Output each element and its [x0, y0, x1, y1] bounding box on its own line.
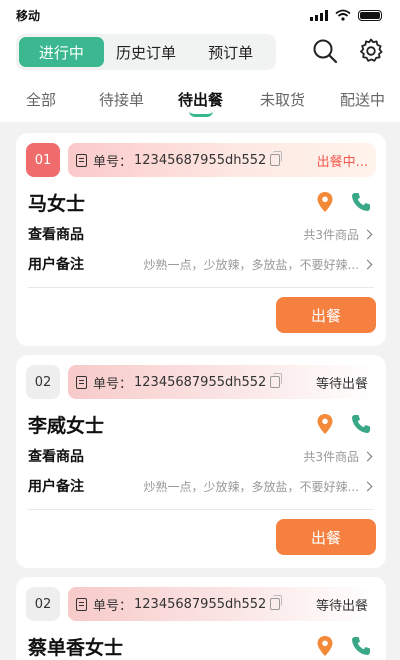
- order-card: 02 单号： 12345687955dh552 等待出餐 蔡单香女士: [16, 577, 386, 660]
- order-card: 02 单号： 12345687955dh552 等待出餐 李威女士 查看商品 共…: [16, 355, 386, 568]
- order-index: 02: [26, 587, 60, 621]
- view-goods-row[interactable]: 查看商品 共3件商品: [28, 223, 374, 245]
- divider: [28, 287, 374, 288]
- document-icon: [76, 597, 87, 611]
- order-index: 02: [26, 365, 60, 399]
- customer-name: 李威女士: [28, 415, 105, 437]
- chevron-right-icon: [362, 481, 373, 491]
- order-status: 出餐中...: [316, 154, 368, 170]
- chevron-right-icon: [362, 259, 373, 269]
- order-number-bar: 单号： 12345687955dh552 等待出餐: [68, 587, 376, 621]
- phone-icon[interactable]: [350, 635, 372, 657]
- carrier-label: 移动: [16, 8, 41, 23]
- copy-icon[interactable]: [270, 151, 283, 166]
- tab-not-picked[interactable]: 未取货: [260, 89, 305, 110]
- chevron-right-icon: [362, 229, 373, 239]
- user-note-row[interactable]: 用户备注 炒熟一点，少放辣，多放盐，不要好辣...: [28, 253, 374, 275]
- status-icons: [310, 9, 382, 21]
- order-number: 12345687955dh552: [134, 152, 267, 168]
- divider: [28, 509, 374, 510]
- chevron-right-icon: [362, 451, 373, 461]
- goods-count: 共3件商品: [303, 227, 359, 242]
- location-pin-icon[interactable]: [316, 191, 334, 213]
- document-icon: [76, 375, 87, 389]
- order-number: 12345687955dh552: [134, 374, 267, 390]
- gear-icon[interactable]: [356, 36, 386, 66]
- user-note-row[interactable]: 用户备注 炒熟一点，少放辣，多放盐，不要好辣...: [28, 475, 374, 497]
- order-number: 12345687955dh552: [134, 596, 267, 612]
- view-goods-row[interactable]: 查看商品 共3件商品: [28, 445, 374, 467]
- tab-pending-meal[interactable]: 待出餐: [178, 89, 224, 117]
- status-tabs: 全部 待接单 待出餐 未取货 配送中: [0, 84, 400, 117]
- tab-active-indicator: [188, 111, 213, 117]
- tab-pending-meal-label: 待出餐: [178, 90, 224, 109]
- document-icon: [76, 153, 87, 167]
- order-number-label: 单号：: [93, 154, 133, 170]
- order-number-label: 单号：: [93, 376, 133, 392]
- tab-all[interactable]: 全部: [26, 89, 56, 110]
- view-goods-label: 查看商品: [28, 227, 84, 243]
- copy-icon[interactable]: [270, 373, 283, 388]
- order-status: 等待出餐: [315, 376, 368, 392]
- copy-icon[interactable]: [270, 595, 283, 610]
- goods-count: 共3件商品: [303, 449, 359, 464]
- segment-in-progress[interactable]: 进行中: [19, 37, 104, 67]
- location-pin-icon[interactable]: [316, 635, 334, 657]
- serve-meal-button[interactable]: 出餐: [276, 519, 376, 555]
- search-icon[interactable]: [310, 36, 340, 66]
- phone-icon[interactable]: [350, 191, 372, 213]
- segment-history[interactable]: 历史订单: [104, 37, 189, 67]
- order-number-label: 单号：: [93, 598, 133, 614]
- user-note-label: 用户备注: [28, 257, 84, 273]
- phone-icon[interactable]: [350, 413, 372, 435]
- user-note-text: 炒熟一点，少放辣，多放盐，不要好辣...: [143, 257, 359, 272]
- customer-name: 马女士: [28, 193, 86, 215]
- user-note-text: 炒熟一点，少放辣，多放盐，不要好辣...: [143, 479, 359, 494]
- tab-delivering[interactable]: 配送中: [340, 89, 385, 110]
- top-bar: 移动 进行中 历史订单 预订单 全部 待接单 待出餐 未取货 配送中: [0, 0, 400, 122]
- view-goods-label: 查看商品: [28, 449, 84, 465]
- order-number-bar: 单号： 12345687955dh552 出餐中...: [68, 143, 376, 177]
- order-index: 01: [26, 143, 60, 177]
- tab-pending-accept[interactable]: 待接单: [99, 89, 144, 110]
- order-status: 等待出餐: [315, 598, 368, 614]
- battery-icon: [358, 9, 382, 21]
- customer-name: 蔡单香女士: [28, 637, 124, 659]
- serve-meal-button[interactable]: 出餐: [276, 297, 376, 333]
- order-type-switch: 进行中 历史订单 预订单: [16, 34, 276, 70]
- wifi-icon: [335, 9, 351, 21]
- status-bar: 移动: [0, 0, 400, 30]
- order-card: 01 单号： 12345687955dh552 出餐中... 马女士 查看商品 …: [16, 133, 386, 346]
- order-number-bar: 单号： 12345687955dh552 等待出餐: [68, 365, 376, 399]
- location-pin-icon[interactable]: [316, 413, 334, 435]
- user-note-label: 用户备注: [28, 479, 84, 495]
- signal-icon: [310, 9, 328, 21]
- segment-preorder[interactable]: 预订单: [188, 37, 273, 67]
